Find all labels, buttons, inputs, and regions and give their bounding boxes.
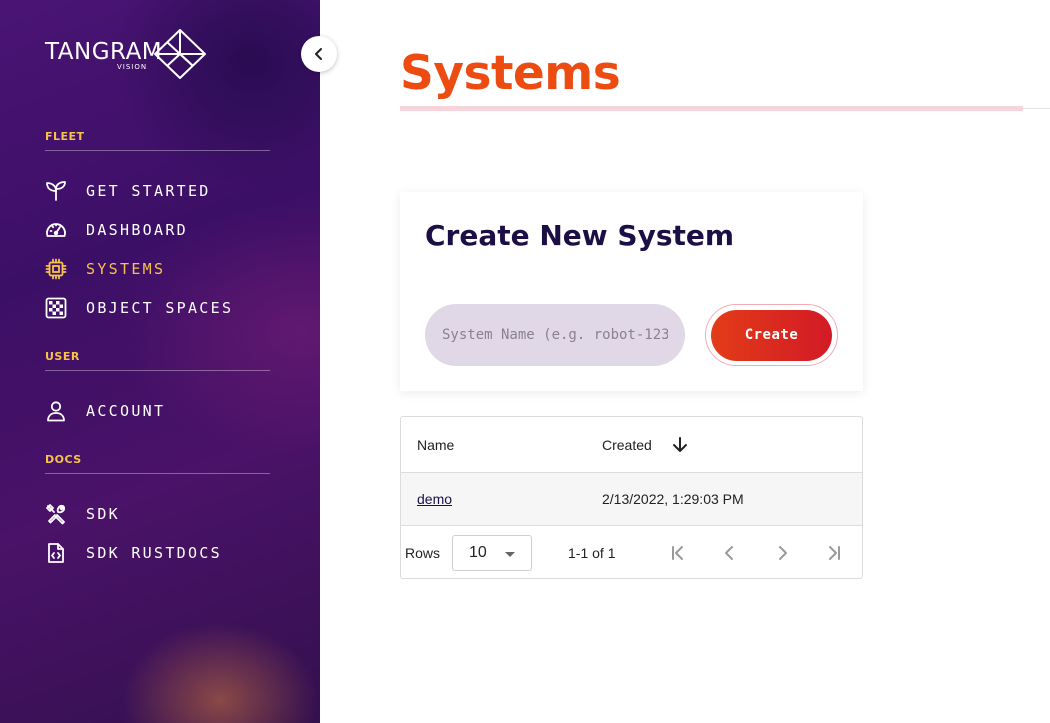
page-info: 1-1 of 1 bbox=[568, 545, 616, 561]
column-header-created[interactable]: Created bbox=[602, 437, 652, 453]
section-fleet: FLEET bbox=[45, 130, 270, 151]
sidebar-item-get-started[interactable]: GET STARTED bbox=[45, 178, 211, 204]
table-row[interactable]: demo 2/13/2022, 1:29:03 PM bbox=[401, 473, 862, 526]
sidebar: TANGRAM VISION FLEET GET STARTED DASHBOA… bbox=[0, 0, 320, 723]
rows-per-page-select[interactable]: 10 bbox=[452, 535, 532, 571]
brand-name: TANGRAM bbox=[45, 39, 163, 65]
rows-per-page-label: Rows bbox=[405, 545, 441, 561]
column-header-name[interactable]: Name bbox=[417, 437, 454, 453]
tools-icon bbox=[45, 503, 67, 525]
create-system-card: Create New System Create bbox=[400, 192, 863, 391]
chip-icon bbox=[45, 258, 67, 280]
systems-table: Name Created demo 2/13/2022, 1:29:03 PM … bbox=[400, 416, 863, 579]
section-user: USER bbox=[45, 350, 270, 371]
system-name-input[interactable] bbox=[425, 304, 685, 366]
section-docs: DOCS bbox=[45, 453, 270, 474]
brand-sub: VISION bbox=[117, 63, 148, 71]
create-button[interactable]: Create bbox=[711, 309, 832, 361]
checkerboard-icon bbox=[45, 297, 67, 319]
table-pagination: Rows 10 1-1 of 1 bbox=[401, 526, 862, 578]
chevron-left-icon bbox=[315, 48, 322, 60]
sidebar-item-label: ACCOUNT bbox=[86, 402, 166, 420]
arrow-down-icon[interactable] bbox=[671, 436, 689, 454]
created-cell: 2/13/2022, 1:29:03 PM bbox=[602, 491, 744, 507]
card-title: Create New System bbox=[425, 219, 735, 252]
table-header: Name Created bbox=[401, 417, 862, 473]
title-underline bbox=[400, 106, 1023, 111]
sidebar-item-account[interactable]: ACCOUNT bbox=[45, 398, 165, 424]
create-button-ring[interactable]: Create bbox=[705, 304, 838, 366]
gauge-icon bbox=[45, 219, 67, 241]
brand-logo[interactable]: TANGRAM VISION bbox=[45, 28, 210, 80]
sprout-icon bbox=[45, 180, 67, 202]
last-page-icon bbox=[829, 546, 840, 560]
sidebar-item-sdk-rustdocs[interactable]: SDK RUSTDOCS bbox=[45, 540, 222, 566]
sidebar-item-label: DASHBOARD bbox=[86, 221, 188, 239]
sidebar-item-label: SYSTEMS bbox=[86, 260, 166, 278]
tangram-diamond-icon bbox=[154, 29, 206, 79]
chevron-right-icon bbox=[779, 546, 787, 560]
divider bbox=[1023, 108, 1050, 109]
sidebar-item-label: SDK bbox=[86, 505, 120, 523]
collapse-sidebar-button[interactable] bbox=[301, 36, 337, 72]
sidebar-item-label: SDK RUSTDOCS bbox=[86, 544, 222, 562]
rows-per-page-value: 10 bbox=[469, 544, 487, 561]
first-page-button[interactable] bbox=[665, 540, 691, 566]
first-page-icon bbox=[672, 546, 683, 560]
sidebar-item-label: GET STARTED bbox=[86, 182, 211, 200]
sidebar-item-dashboard[interactable]: DASHBOARD bbox=[45, 217, 188, 243]
page-title: Systems bbox=[400, 46, 621, 101]
chevron-left-icon bbox=[725, 546, 733, 560]
sidebar-item-systems[interactable]: SYSTEMS bbox=[45, 256, 165, 282]
last-page-button[interactable] bbox=[821, 540, 847, 566]
previous-page-button[interactable] bbox=[717, 540, 743, 566]
caret-down-icon bbox=[505, 552, 515, 557]
sidebar-item-object-spaces[interactable]: OBJECT SPACES bbox=[45, 295, 233, 321]
sidebar-item-sdk[interactable]: SDK bbox=[45, 501, 120, 527]
system-name-link[interactable]: demo bbox=[417, 491, 452, 507]
next-page-button[interactable] bbox=[769, 540, 795, 566]
user-icon bbox=[45, 400, 67, 422]
code-file-icon bbox=[45, 542, 67, 564]
sidebar-item-label: OBJECT SPACES bbox=[86, 299, 234, 317]
